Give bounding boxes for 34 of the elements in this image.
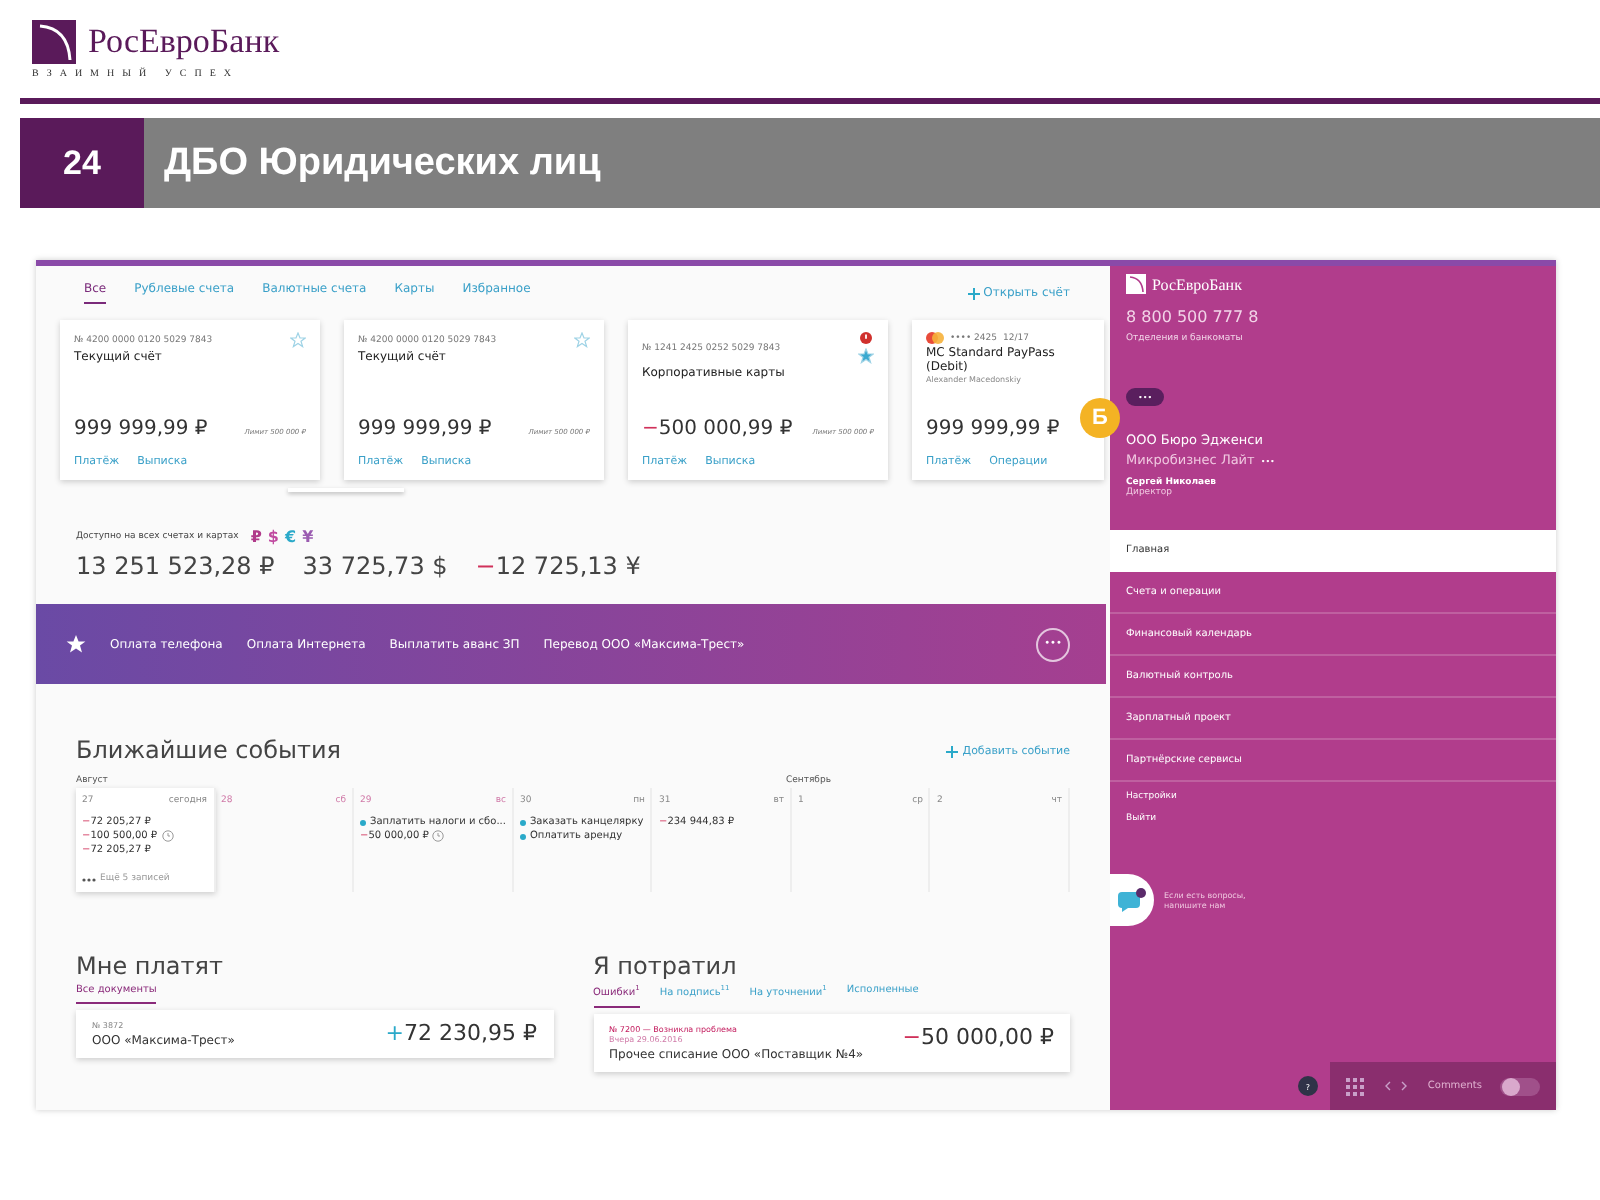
slide-number: 24 bbox=[20, 118, 144, 208]
account-balance: 999 999,99 ₽ bbox=[358, 418, 492, 440]
grid-icon bbox=[1345, 1077, 1364, 1095]
section-title: Ближайшие события bbox=[76, 736, 341, 764]
total-balance: 13 251 523,28 ₽ bbox=[76, 552, 275, 580]
total-balance: 33 725,73 $ bbox=[302, 552, 448, 580]
section-title: Мне платят bbox=[76, 952, 225, 980]
total-balance: −12 725,13 ¥ bbox=[475, 552, 641, 580]
bank-logo-icon bbox=[1126, 274, 1146, 294]
bank-logo-icon bbox=[32, 20, 76, 64]
currency-filter[interactable]: ¥ bbox=[302, 528, 314, 546]
document-amount: +72 230,95 ₽ bbox=[385, 1020, 537, 1048]
phone-number: 8 800 500 777 8 bbox=[1124, 306, 1261, 326]
star-icon bbox=[66, 634, 86, 654]
account-balance: 999 999,99 ₽ bbox=[74, 418, 208, 440]
document-amount: −50 000,00 ₽ bbox=[902, 1023, 1054, 1054]
logo-text: РосЕвроБанк bbox=[1152, 275, 1242, 293]
slide-title: ДБО Юридических лиц bbox=[144, 118, 1600, 208]
account-balance: 999 999,99 ₽ bbox=[926, 418, 1060, 440]
plus-icon bbox=[967, 287, 980, 299]
logo-text: РосЕвроБанк bbox=[88, 22, 280, 62]
arrows-icon bbox=[1381, 1080, 1410, 1092]
chat-button[interactable] bbox=[1110, 874, 1154, 926]
account-balance: −500 000,99 ₽ bbox=[642, 418, 793, 440]
card-brand-icon bbox=[926, 332, 944, 344]
chat-icon bbox=[1118, 888, 1146, 912]
bullet-icon bbox=[519, 833, 526, 839]
plus-icon bbox=[946, 746, 959, 758]
section-title: Я потратил bbox=[593, 952, 739, 980]
currency-filter[interactable]: $ bbox=[267, 528, 279, 546]
bullet-icon bbox=[519, 819, 526, 825]
currency-filter[interactable]: ₽ bbox=[250, 528, 262, 546]
bullet-icon bbox=[360, 819, 366, 825]
comments-toggle[interactable] bbox=[1500, 1077, 1540, 1095]
